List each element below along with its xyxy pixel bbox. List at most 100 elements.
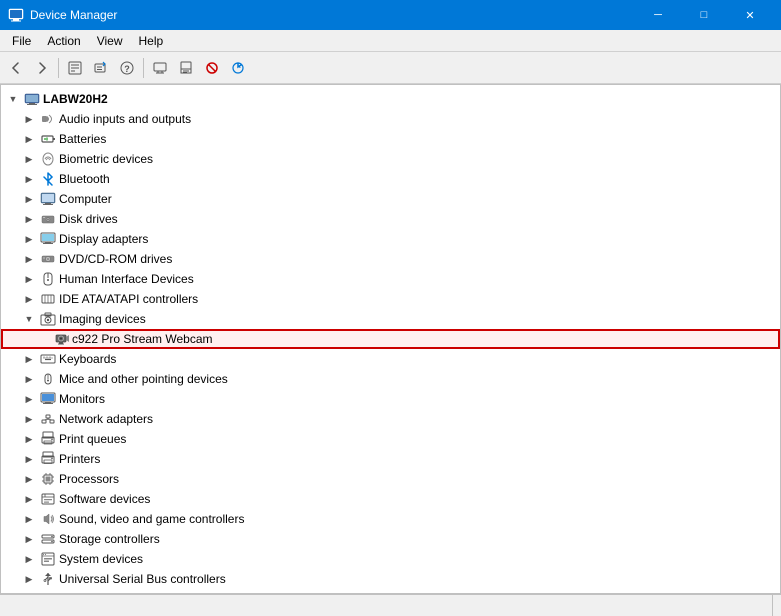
tree-item-processors[interactable]: ▶ Processors [1,469,780,489]
storage-icon [40,531,56,547]
menu-help[interactable]: Help [131,32,172,50]
tree-item-printers[interactable]: ▶ Printers [1,449,780,469]
disk-label: Disk drives [59,212,118,226]
dvd-icon [40,251,56,267]
tree-item-keyboards[interactable]: ▶ Keyboards [1,349,780,369]
toolbar-update-driver[interactable] [89,56,113,80]
expand-biometric[interactable]: ▶ [21,151,37,167]
status-bar [0,594,781,616]
keyboards-label: Keyboards [59,352,116,366]
expand-disk[interactable]: ▶ [21,211,37,227]
tree-item-bluetooth[interactable]: ▶ Bluetooth [1,169,780,189]
toolbar-disable[interactable] [200,56,224,80]
close-button[interactable]: ✕ [727,0,773,30]
webcam-icon [53,331,69,347]
expand-network[interactable]: ▶ [21,411,37,427]
toolbar-back[interactable] [4,56,28,80]
tree-item-computer[interactable]: ▶ Computer [1,189,780,209]
expand-batteries[interactable]: ▶ [21,131,37,147]
biometric-label: Biometric devices [59,152,153,166]
maximize-button[interactable]: □ [681,0,727,30]
processors-icon [40,471,56,487]
ide-label: IDE ATA/ATAPI controllers [59,292,198,306]
toolbar-scan[interactable] [148,56,172,80]
minimize-button[interactable]: ─ [635,0,681,30]
tree-item-dvd[interactable]: ▶ DVD/CD-ROM drives [1,249,780,269]
mice-label: Mice and other pointing devices [59,372,228,386]
storage-label: Storage controllers [59,532,160,546]
printers-icon [40,451,56,467]
menu-action[interactable]: Action [39,32,88,50]
tree-item-webcam[interactable]: c922 Pro Stream Webcam [1,329,780,349]
toolbar-sep-1 [58,58,59,78]
tree-item-mice[interactable]: ▶ Mice and other pointing devices [1,369,780,389]
expand-keyboards[interactable]: ▶ [21,351,37,367]
expand-print-q[interactable]: ▶ [21,431,37,447]
toolbar-properties[interactable] [63,56,87,80]
dvd-label: DVD/CD-ROM drives [59,252,172,266]
batteries-label: Batteries [59,132,106,146]
window-title: Device Manager [30,8,635,22]
monitor-icon [40,391,56,407]
toolbar-print[interactable] [174,56,198,80]
expand-software[interactable]: ▶ [21,491,37,507]
computer-icon [24,91,40,107]
toolbar-update[interactable] [226,56,250,80]
expand-sound[interactable]: ▶ [21,511,37,527]
webcam-label: c922 Pro Stream Webcam [72,332,213,346]
hid-icon [40,271,56,287]
status-text [8,595,773,616]
software-icon [40,491,56,507]
network-label: Network adapters [59,412,153,426]
expand-dvd[interactable]: ▶ [21,251,37,267]
menu-view[interactable]: View [89,32,131,50]
expand-mice[interactable]: ▶ [21,371,37,387]
expand-usb[interactable]: ▶ [21,571,37,587]
expand-computer[interactable]: ▶ [21,191,37,207]
menu-bar: File Action View Help [0,30,781,52]
tree-item-usb[interactable]: ▶ Universal Serial Bus controllers [1,569,780,589]
expand-display[interactable]: ▶ [21,231,37,247]
print-q-label: Print queues [59,432,126,446]
usb-label: Universal Serial Bus controllers [59,572,226,586]
computer2-icon [40,191,56,207]
expand-ide[interactable]: ▶ [21,291,37,307]
usb-icon [40,571,56,587]
expand-printers[interactable]: ▶ [21,451,37,467]
expand-storage[interactable]: ▶ [21,531,37,547]
expand-imaging[interactable]: ▼ [21,311,37,327]
app-icon [8,7,24,23]
tree-item-batteries[interactable]: ▶ Batteries [1,129,780,149]
imaging-icon [40,311,56,327]
tree-item-hid[interactable]: ▶ Human Interface Devices [1,269,780,289]
tree-item-biometric[interactable]: ▶ Biometric devices [1,149,780,169]
expand-bluetooth[interactable]: ▶ [21,171,37,187]
tree-item-audio[interactable]: ▶ Audio inputs and outputs [1,109,780,129]
tree-item-display[interactable]: ▶ Display adapters [1,229,780,249]
print-q-icon [40,431,56,447]
toolbar-forward[interactable] [30,56,54,80]
expand-processors[interactable]: ▶ [21,471,37,487]
toolbar-help[interactable]: ? [115,56,139,80]
tree-item-disk[interactable]: ▶ Disk drives [1,209,780,229]
menu-file[interactable]: File [4,32,39,50]
tree-item-system[interactable]: ▶ System devices [1,549,780,569]
tree-item-storage[interactable]: ▶ Storage controllers [1,529,780,549]
tree-item-monitors[interactable]: ▶ Monitors [1,389,780,409]
software-label: Software devices [59,492,150,506]
expand-monitors[interactable]: ▶ [21,391,37,407]
computer-label: Computer [59,192,112,206]
expand-audio[interactable]: ▶ [21,111,37,127]
tree-item-ide[interactable]: ▶ IDE ATA/ATAPI controllers [1,289,780,309]
tree-item-software[interactable]: ▶ Software devices [1,489,780,509]
tree-item-imaging[interactable]: ▼ Imaging devices [1,309,780,329]
toolbar: ? [0,52,781,84]
tree-item-sound[interactable]: ▶ Sound, video and game controllers [1,509,780,529]
tree-item-print-q[interactable]: ▶ Print queues [1,429,780,449]
tree-item-network[interactable]: ▶ Network adapters [1,409,780,429]
expand-system[interactable]: ▶ [21,551,37,567]
expand-hid[interactable]: ▶ [21,271,37,287]
expand-root[interactable]: ▼ [5,91,21,107]
device-tree[interactable]: ▼ LABW20H2 ▶ Audio inputs and outputs ▶ [0,84,781,594]
tree-root[interactable]: ▼ LABW20H2 [1,89,780,109]
